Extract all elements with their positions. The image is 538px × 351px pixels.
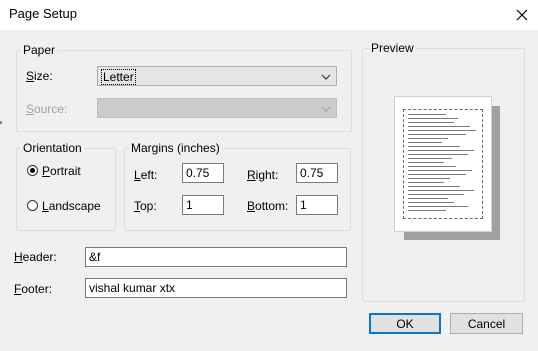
landscape-radio[interactable] — [27, 200, 38, 211]
preview-line — [408, 198, 448, 199]
landscape-label-rest: andscape — [48, 199, 101, 213]
preview-line — [408, 158, 452, 159]
cancel-button[interactable]: Cancel — [450, 313, 523, 334]
preview-line — [408, 202, 454, 203]
preview-line — [408, 174, 466, 175]
right-label-mnemonic: R — [247, 168, 256, 182]
source-label-rest: ource: — [34, 102, 68, 116]
portrait-label-mnemonic: P — [42, 164, 51, 178]
bottom-margin-input[interactable]: 1 — [296, 195, 338, 215]
preview-margin-box — [403, 109, 483, 219]
landscape-label: Landscape — [42, 198, 101, 214]
left-margin-input[interactable]: 0.75 — [182, 163, 224, 183]
preview-line — [408, 146, 460, 147]
margins-group — [124, 148, 351, 231]
portrait-label: Portrait — [42, 163, 81, 179]
landscape-option[interactable]: Landscape — [27, 198, 112, 214]
header-input[interactable]: &f — [85, 247, 347, 267]
right-margin-label: Right: — [247, 167, 278, 183]
top-label-rest: op: — [140, 199, 157, 213]
bottom-label-mnemonic: B — [247, 199, 256, 213]
paper-legend: Paper — [21, 43, 58, 57]
preview-line — [408, 194, 464, 195]
orientation-legend: Orientation — [21, 141, 84, 155]
preview-line — [408, 206, 468, 207]
right-margin-input[interactable]: 0.75 — [296, 163, 338, 183]
preview-page — [394, 96, 492, 232]
paper-group — [16, 50, 352, 132]
chevron-down-icon — [321, 74, 331, 80]
preview-line — [408, 118, 458, 119]
bottom-margin-label: Bottom: — [247, 198, 288, 214]
preview-line — [408, 190, 474, 191]
preview-line — [408, 170, 472, 171]
size-label-mnemonic: S — [26, 69, 35, 83]
preview-line — [408, 166, 456, 167]
source-label: Source: — [26, 101, 67, 117]
footer-label: Footer: — [14, 281, 52, 297]
bottom-label-rest: ottom: — [255, 199, 289, 213]
header-label-mnemonic: H — [14, 250, 23, 264]
source-select[interactable] — [97, 98, 337, 118]
preview-line — [408, 178, 450, 179]
portrait-radio[interactable] — [27, 165, 38, 176]
header-label-rest: eader: — [22, 250, 57, 264]
window-edge-mark — [0, 121, 2, 124]
close-icon — [516, 9, 527, 21]
ok-button[interactable]: OK — [369, 313, 441, 334]
radio-selected-dot — [30, 168, 35, 173]
preview-line — [408, 210, 446, 211]
preview-line — [408, 162, 444, 163]
footer-input[interactable]: vishal kumar xtx — [85, 278, 347, 298]
preview-legend: Preview — [369, 41, 416, 55]
preview-line — [408, 126, 470, 127]
portrait-option[interactable]: Portrait — [27, 163, 107, 179]
preview-line — [408, 130, 476, 131]
left-label-rest: eft: — [140, 168, 158, 182]
close-button[interactable] — [505, 0, 538, 30]
title-bar — [0, 0, 538, 30]
margins-legend: Margins (inches) — [129, 141, 222, 155]
header-label: Header: — [14, 249, 57, 265]
left-margin-label: Left: — [134, 167, 157, 183]
preview-line — [408, 154, 468, 155]
preview-line — [408, 150, 474, 151]
preview-line — [408, 142, 442, 143]
preview-line — [408, 122, 454, 123]
preview-line — [408, 182, 444, 183]
preview-line — [408, 134, 466, 135]
source-label-mnemonic: S — [26, 102, 35, 116]
footer-label-rest: ooter: — [21, 282, 53, 296]
top-margin-input[interactable]: 1 — [182, 195, 224, 215]
left-label-mnemonic: L — [134, 168, 141, 182]
preview-text-lines — [408, 114, 478, 214]
preview-line — [408, 186, 460, 187]
chevron-down-icon — [321, 106, 331, 112]
size-select[interactable]: Letter — [97, 66, 337, 86]
size-label-rest: ize: — [34, 69, 53, 83]
preview-line — [408, 138, 448, 139]
landscape-label-mnemonic: L — [42, 199, 49, 213]
orientation-group — [16, 148, 116, 231]
preview-line — [408, 114, 446, 115]
size-select-value: Letter — [101, 69, 136, 85]
right-label-rest: ight: — [255, 168, 279, 182]
size-label: Size: — [26, 68, 53, 84]
portrait-label-rest: ortrait — [50, 164, 81, 178]
dialog-title: Page Setup — [9, 6, 77, 21]
top-margin-label: Top: — [134, 198, 157, 214]
